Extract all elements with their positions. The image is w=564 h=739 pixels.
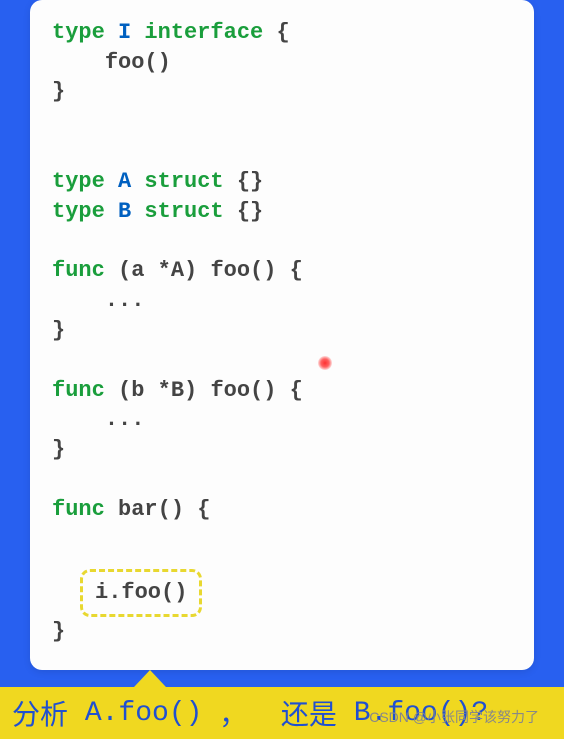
question-prefix: 分析 — [12, 693, 68, 733]
code-line: ... — [52, 286, 512, 316]
keyword-type: type — [52, 169, 105, 194]
code-line: i.foo() — [52, 569, 512, 617]
method-foo: foo() — [210, 378, 276, 403]
interface-name: I — [118, 20, 131, 45]
ellipsis: ... — [105, 407, 145, 432]
receiver-a: (a *A) — [118, 258, 197, 283]
empty-braces: {} — [237, 169, 263, 194]
keyword-type: type — [52, 199, 105, 224]
question-middle: 还是 — [281, 693, 337, 733]
code-line: func (b *B) foo() { — [52, 376, 512, 406]
call-ifoo: i.foo() — [95, 580, 187, 605]
keyword-func: func — [52, 497, 105, 522]
code-line: type I interface { — [52, 18, 512, 48]
method-foo: foo() — [105, 50, 171, 75]
open-brace: { — [290, 378, 303, 403]
code-line: ... — [52, 405, 512, 435]
open-brace: { — [197, 497, 210, 522]
struct-a-name: A — [118, 169, 131, 194]
receiver-b: (b *B) — [118, 378, 197, 403]
keyword-type: type — [52, 20, 105, 45]
code-line: func bar() { — [52, 495, 512, 525]
question-option-a: A.foo() — [85, 698, 203, 729]
open-brace: { — [290, 258, 303, 283]
watermark: CSDN @小张同学该努力了 — [369, 707, 539, 727]
close-brace: } — [52, 617, 512, 647]
struct-b-name: B — [118, 199, 131, 224]
code-panel: type I interface { foo() } type A struct… — [30, 0, 534, 670]
close-brace: } — [52, 77, 512, 107]
open-brace: { — [276, 20, 289, 45]
highlighted-call: i.foo() — [80, 569, 202, 617]
method-foo: foo() — [210, 258, 276, 283]
laser-pointer-icon — [318, 356, 332, 370]
close-brace: } — [52, 316, 512, 346]
question-comma: ， — [219, 693, 247, 733]
keyword-func: func — [52, 378, 105, 403]
code-line: type B struct {} — [52, 197, 512, 227]
empty-braces: {} — [237, 199, 263, 224]
keyword-func: func — [52, 258, 105, 283]
code-line: foo() — [52, 48, 512, 78]
method-bar: bar() — [118, 497, 184, 522]
ellipsis: ... — [105, 288, 145, 313]
close-brace: } — [52, 435, 512, 465]
keyword-struct: struct — [144, 169, 223, 194]
keyword-interface: interface — [144, 20, 263, 45]
code-line: func (a *A) foo() { — [52, 256, 512, 286]
code-line: type A struct {} — [52, 167, 512, 197]
keyword-struct: struct — [144, 199, 223, 224]
